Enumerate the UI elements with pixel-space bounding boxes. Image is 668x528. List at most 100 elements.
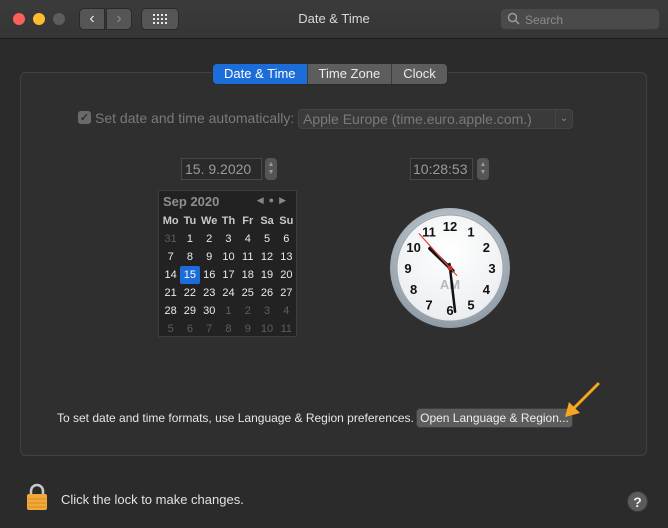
show-all-button[interactable] (141, 8, 179, 30)
calendar-day[interactable]: 3 (257, 302, 276, 320)
calendar-day[interactable]: 11 (238, 248, 257, 266)
date-stepper[interactable]: ▲ ▼ (265, 158, 277, 180)
calendar-day[interactable]: 29 (180, 302, 199, 320)
time-stepper[interactable]: ▲ ▼ (477, 158, 489, 180)
calendar-day[interactable]: 2 (200, 230, 219, 248)
calendar-day[interactable]: 3 (219, 230, 238, 248)
calendar-day[interactable]: 17 (219, 266, 238, 284)
calendar-day[interactable]: 9 (238, 320, 257, 338)
today-dot-icon[interactable]: ● (269, 195, 279, 205)
calendar-weekday: Su (279, 215, 294, 227)
calendar-day[interactable]: 11 (277, 320, 296, 338)
calendar-day-selected[interactable]: 15 (180, 266, 200, 284)
clock-center-dot (447, 265, 453, 271)
time-server-select[interactable]: Apple Europe (time.euro.apple.com.) ⌄ (298, 109, 573, 129)
calendar-day[interactable]: 23 (200, 284, 219, 302)
grid-icon (153, 14, 167, 24)
calendar-day[interactable]: 14 (161, 266, 180, 284)
stepper-up-icon: ▲ (479, 161, 487, 168)
calendar-week-row: 14 15 16 17 18 19 20 (161, 266, 296, 284)
calendar-day[interactable]: 24 (219, 284, 238, 302)
time-server-value: Apple Europe (time.euro.apple.com.) (303, 111, 532, 127)
search-field[interactable] (500, 8, 660, 30)
calendar-day[interactable]: 5 (257, 230, 276, 248)
calendar-day[interactable]: 25 (238, 284, 257, 302)
calendar-day[interactable]: 12 (257, 248, 276, 266)
calendar-day[interactable]: 2 (238, 302, 257, 320)
tab-date-time[interactable]: Date & Time (213, 64, 308, 84)
calendar-week-row: 7 8 9 10 11 12 13 (161, 248, 296, 266)
clock-number: 1 (467, 225, 474, 240)
search-icon (507, 12, 520, 25)
open-language-region-button[interactable]: Open Language & Region... (416, 408, 573, 428)
chevron-down-icon: ⌄ (555, 110, 572, 128)
lock-hint: Click the lock to make changes. (61, 492, 244, 507)
help-button[interactable]: ? (627, 491, 648, 512)
calendar-day[interactable]: 8 (219, 320, 238, 338)
title-bar: ‹ › Date & Time (0, 0, 668, 39)
clock-number: 10 (406, 240, 420, 255)
next-month-icon[interactable]: ▶ (279, 195, 291, 205)
calendar-day[interactable]: 20 (277, 266, 296, 284)
calendar-nav: ◀●▶ (257, 195, 291, 206)
back-button[interactable]: ‹ (79, 8, 105, 30)
calendar-day[interactable]: 13 (277, 248, 296, 266)
calendar-weekday: Mo (162, 215, 179, 227)
annotation-arrow-icon (565, 382, 600, 417)
window-title: Date & Time (298, 11, 370, 26)
calendar-day[interactable]: 26 (257, 284, 276, 302)
formats-hint: To set date and time formats, use Langua… (57, 411, 414, 425)
calendar-day[interactable]: 7 (161, 248, 180, 266)
calendar-week-row: 31 1 2 3 4 5 6 (161, 230, 296, 248)
calendar-day[interactable]: 30 (200, 302, 219, 320)
calendar-day[interactable]: 22 (180, 284, 199, 302)
clock-number: 7 (425, 297, 432, 312)
stepper-up-icon: ▲ (267, 161, 275, 168)
time-field[interactable]: 10:28:53 (410, 158, 473, 180)
calendar-weekday: Tu (183, 215, 197, 227)
clock-ampm: AM (440, 277, 460, 292)
calendar-day[interactable]: 18 (238, 266, 257, 284)
previous-month-icon[interactable]: ◀ (257, 195, 269, 205)
calendar-day[interactable]: 19 (257, 266, 276, 284)
tab-time-zone[interactable]: Time Zone (307, 64, 393, 84)
calendar-day[interactable]: 1 (180, 230, 199, 248)
calendar-day[interactable]: 1 (219, 302, 238, 320)
analog-clock: AM 12 12 3 45678 9 1011 (390, 208, 510, 328)
calendar-week-row: 28 29 30 1 2 3 4 (161, 302, 296, 320)
clock-number: 5 (467, 297, 474, 312)
clock-number: 9 (404, 261, 411, 276)
calendar-day[interactable]: 16 (200, 266, 219, 284)
zoom-button[interactable] (53, 13, 65, 25)
calendar-day[interactable]: 6 (180, 320, 199, 338)
calendar-day[interactable]: 8 (180, 248, 199, 266)
calendar-day[interactable]: 10 (257, 320, 276, 338)
calendar-day[interactable]: 7 (200, 320, 219, 338)
calendar-weekday: Fr (242, 215, 254, 227)
calendar-day[interactable]: 4 (277, 302, 296, 320)
lock-icon[interactable] (25, 482, 49, 512)
calendar-day[interactable]: 28 (161, 302, 180, 320)
close-button[interactable] (13, 13, 25, 25)
calendar-day[interactable]: 4 (238, 230, 257, 248)
calendar-day[interactable]: 27 (277, 284, 296, 302)
calendar-day[interactable]: 21 (161, 284, 180, 302)
calendar-day[interactable]: 5 (161, 320, 180, 338)
auto-time-checkbox[interactable]: ✓ (78, 111, 91, 124)
clock-number: 4 (483, 282, 491, 297)
calendar-weekday: We (201, 215, 218, 227)
calendar-week-row: 21 22 23 24 25 26 27 (161, 284, 296, 302)
date-field[interactable]: 15. 9.2020 (181, 158, 262, 180)
minimize-button[interactable] (33, 13, 45, 25)
calendar-day[interactable]: 31 (161, 230, 180, 248)
clock-number: 6 (446, 303, 453, 318)
calendar-day[interactable]: 9 (200, 248, 219, 266)
clock-number: 2 (483, 240, 490, 255)
search-input[interactable] (523, 10, 657, 30)
tab-clock[interactable]: Clock (392, 64, 447, 84)
chevron-left-icon: ‹ (89, 10, 95, 27)
calendar-day[interactable]: 10 (219, 248, 238, 266)
forward-button[interactable]: › (106, 8, 132, 30)
checkmark-icon: ✓ (79, 112, 90, 124)
calendar-day[interactable]: 6 (277, 230, 296, 248)
